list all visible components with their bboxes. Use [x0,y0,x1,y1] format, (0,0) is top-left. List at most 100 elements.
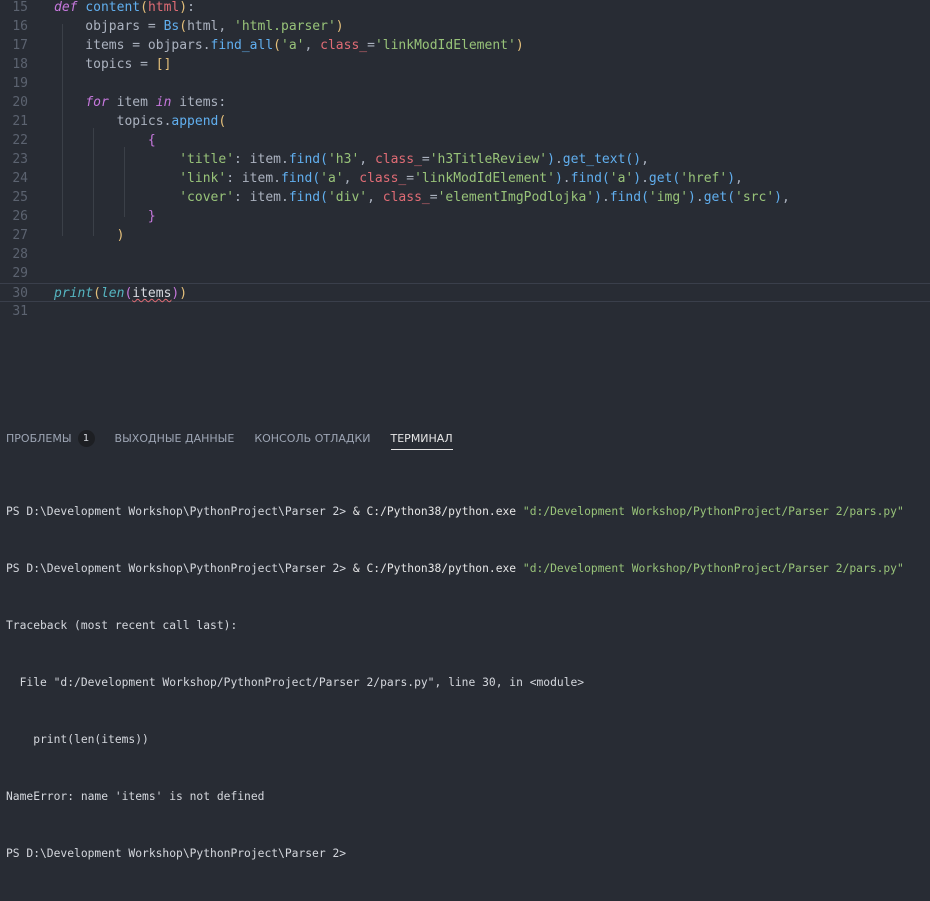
line-number: 26 [12,209,28,224]
code-token: , [304,38,321,53]
code-token: ) [515,38,524,53]
code-token: = [421,152,430,167]
code-token: ) [335,19,344,34]
line-number: 29 [12,266,28,281]
code-token: 'h3' [327,152,360,167]
line-number: 15 [12,0,28,15]
code-line[interactable]: 16 objpars = Bs(html, 'html.parser') [0,17,930,36]
tab-problems[interactable]: ПРОБЛЕМЫ 1 [6,418,95,458]
code-token: ) [179,286,188,301]
terminal-line: PS D:\Development Workshop\PythonProject… [6,502,926,521]
code-line[interactable]: 30 print(len(items)) [0,283,930,302]
code-token: 'cover' [179,190,235,205]
problems-count-badge: 1 [77,429,95,447]
line-number: 24 [12,171,28,186]
code-token: topics = [54,57,156,72]
code-line[interactable]: 29 [0,264,930,283]
code-token: ) [727,171,736,186]
code-token: ) [594,190,602,205]
code-line[interactable]: 28 [0,245,930,264]
command: & C:/Python38/python.exe [352,505,517,518]
code-token: . [695,190,704,205]
line-number: 21 [12,114,28,129]
code-token: def [54,0,78,15]
code-token: . [601,190,610,205]
code-token: , [367,190,383,205]
command-arg: "d:/Development Workshop/PythonProject/P… [516,505,904,518]
code-token: , [343,171,360,186]
line-number: 16 [12,19,28,34]
code-token: item [108,95,156,110]
code-token: [] [155,57,172,72]
code-token: , [781,190,790,205]
code-line[interactable]: 20 for item in items: [0,93,930,112]
code-token: get [648,171,673,186]
code-token: items [132,286,172,301]
code-token: find [281,171,313,186]
code-line[interactable]: 27 ) [0,226,930,245]
code-token: for [85,95,109,110]
tab-label: ПРОБЛЕМЫ [6,431,72,445]
code-token: 'link' [179,171,227,186]
line-number: 18 [12,57,28,72]
tab-output[interactable]: ВЫХОДНЫЕ ДАННЫЕ [115,418,235,458]
code-token: 'img' [648,190,689,205]
terminal-line: PS D:\Development Workshop\PythonProject… [6,559,926,578]
line-number: 30 [12,286,28,301]
code-token: class_ [359,171,407,186]
code-token: append [171,114,219,129]
code-line[interactable]: 18 topics = [] [0,55,930,74]
tab-label: КОНСОЛЬ ОТЛАДКИ [254,431,371,445]
code-token: 'href' [680,171,728,186]
code-token: ( [641,190,649,205]
bottom-panel: ПРОБЛЕМЫ 1 ВЫХОДНЫЕ ДАННЫЕ КОНСОЛЬ ОТЛАДК… [0,418,930,860]
tab-debug-console[interactable]: КОНСОЛЬ ОТЛАДКИ [254,418,370,458]
tab-label: ТЕРМИНАЛ [390,431,453,445]
tab-terminal[interactable]: ТЕРМИНАЛ [390,418,453,458]
code-text: print(len(items)) [54,284,187,303]
terminal-line: NameError: name 'items' is not defined [6,790,265,803]
code-line[interactable]: 24 'link': item.find('a', class_='linkMo… [0,169,930,188]
code-token: ( [312,171,321,186]
code-token: 'div' [327,190,368,205]
code-token: class_ [382,190,430,205]
code-token: 'h3TitleReview' [429,152,548,167]
code-token: } [147,209,156,224]
code-line[interactable]: 19 [0,74,930,93]
code-line[interactable]: 15 def content(html): [0,0,930,17]
code-editor[interactable]: 15 def content ( html): 16 objpars = Bs(html… [0,0,930,410]
code-line[interactable]: 23 'title': item.find('h3', class_='h3Ti… [0,150,930,169]
code-token: 'html.parser' [234,19,336,34]
code-token: ) [688,190,696,205]
code-line[interactable]: 22 { [0,131,930,150]
code-line[interactable]: 21 topics.append( [0,112,930,131]
code-token: items = objpars. [54,38,211,53]
code-token: class_ [320,38,368,53]
code-text: objpars = Bs(html, 'html.parser') [54,17,344,36]
code-line[interactable]: 31 [0,302,930,321]
prompt: PS D:\Development Workshop\PythonProject… [6,562,353,575]
code-token: html [147,0,180,15]
code-token: topics. [54,114,172,129]
code-line[interactable]: 26 } [0,207,930,226]
code-token: ) [633,171,642,186]
code-text: 'title': item.find('h3', class_='h3Title… [54,150,649,169]
code-token: : [187,0,195,15]
code-token: html, [187,19,235,34]
code-line[interactable]: 17 items = objpars.find_all('a', class_=… [0,36,930,55]
code-token: get [703,190,728,205]
code-token: ( [93,286,101,301]
code-token: get_text [562,152,626,167]
terminal-output[interactable]: PS D:\Development Workshop\PythonProject… [6,464,926,901]
code-token: = [367,38,375,53]
code-token: Bs [163,19,180,34]
code-token: content [85,0,141,15]
line-number: 17 [12,38,28,53]
code-token: 'linkModIdElement' [374,38,516,53]
code-line[interactable]: 25 'cover': item.find('div', class_='ele… [0,188,930,207]
code-text: topics.append( [54,112,227,131]
